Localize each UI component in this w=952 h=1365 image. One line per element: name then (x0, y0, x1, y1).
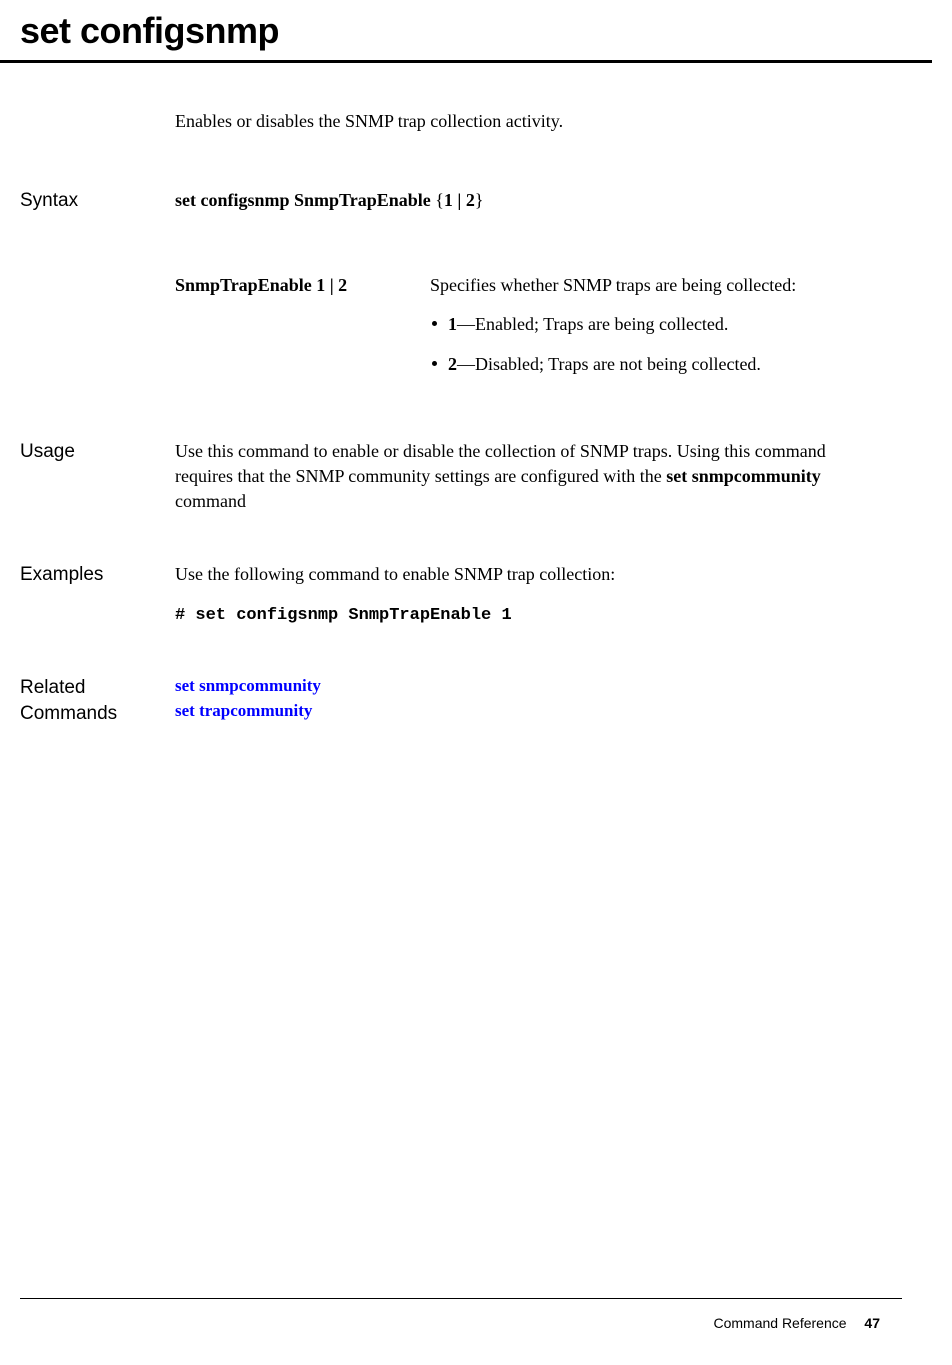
section-related: Related Commands set snmpcommunity set t… (20, 675, 876, 726)
footer-page-number: 47 (864, 1315, 880, 1331)
usage-bold: set snmpcommunity (666, 466, 821, 486)
section-body-syntax: set configsnmp SnmpTrapEnable {1 | 2} Sn… (175, 188, 876, 391)
footer-text: Command Reference (713, 1315, 846, 1331)
param-bullet-list: 1—Enabled; Traps are being collected. 2—… (430, 312, 876, 376)
related-link[interactable]: set snmpcommunity (175, 675, 876, 698)
bullet-text: —Disabled; Traps are not being collected… (457, 354, 761, 374)
bullet-item: 2—Disabled; Traps are not being collecte… (430, 352, 876, 377)
examples-text: Use the following command to enable SNMP… (175, 562, 876, 587)
section-label-examples: Examples (20, 562, 175, 627)
section-examples: Examples Use the following command to en… (20, 562, 876, 627)
example-code: # set configsnmp SnmpTrapEnable 1 (175, 604, 876, 628)
param-row: SnmpTrapEnable 1 | 2 Specifies whether S… (175, 273, 876, 391)
syntax-line: set configsnmp SnmpTrapEnable {1 | 2} (175, 188, 876, 213)
related-link[interactable]: set trapcommunity (175, 700, 876, 723)
section-syntax: Syntax set configsnmp SnmpTrapEnable {1 … (20, 188, 876, 391)
syntax-command: set configsnmp SnmpTrapEnable (175, 190, 435, 210)
section-usage: Usage Use this command to enable or disa… (20, 439, 876, 515)
page-content: Enables or disables the SNMP trap collec… (0, 63, 952, 727)
page-title: set configsnmp (0, 0, 932, 63)
param-desc-text: Specifies whether SNMP traps are being c… (430, 275, 796, 295)
section-body-related: set snmpcommunity set trapcommunity (175, 675, 876, 726)
section-body-usage: Use this command to enable or disable th… (175, 439, 876, 515)
param-name: SnmpTrapEnable 1 | 2 (175, 273, 430, 391)
section-label-related: Related Commands (20, 675, 175, 726)
section-label-usage: Usage (20, 439, 175, 515)
section-label-syntax: Syntax (20, 188, 175, 391)
bullet-item: 1—Enabled; Traps are being collected. (430, 312, 876, 337)
syntax-options: 1 | 2 (444, 190, 475, 210)
param-desc: Specifies whether SNMP traps are being c… (430, 273, 876, 391)
brace-open: { (435, 190, 444, 210)
intro-text: Enables or disables the SNMP trap collec… (175, 111, 876, 132)
bullet-bold: 2 (448, 354, 457, 374)
bullet-text: —Enabled; Traps are being collected. (457, 314, 728, 334)
section-body-examples: Use the following command to enable SNMP… (175, 562, 876, 627)
page-footer: Command Reference 47 (713, 1315, 880, 1331)
bullet-bold: 1 (448, 314, 457, 334)
footer-rule (20, 1298, 902, 1299)
usage-post: command (175, 491, 246, 511)
brace-close: } (475, 190, 484, 210)
